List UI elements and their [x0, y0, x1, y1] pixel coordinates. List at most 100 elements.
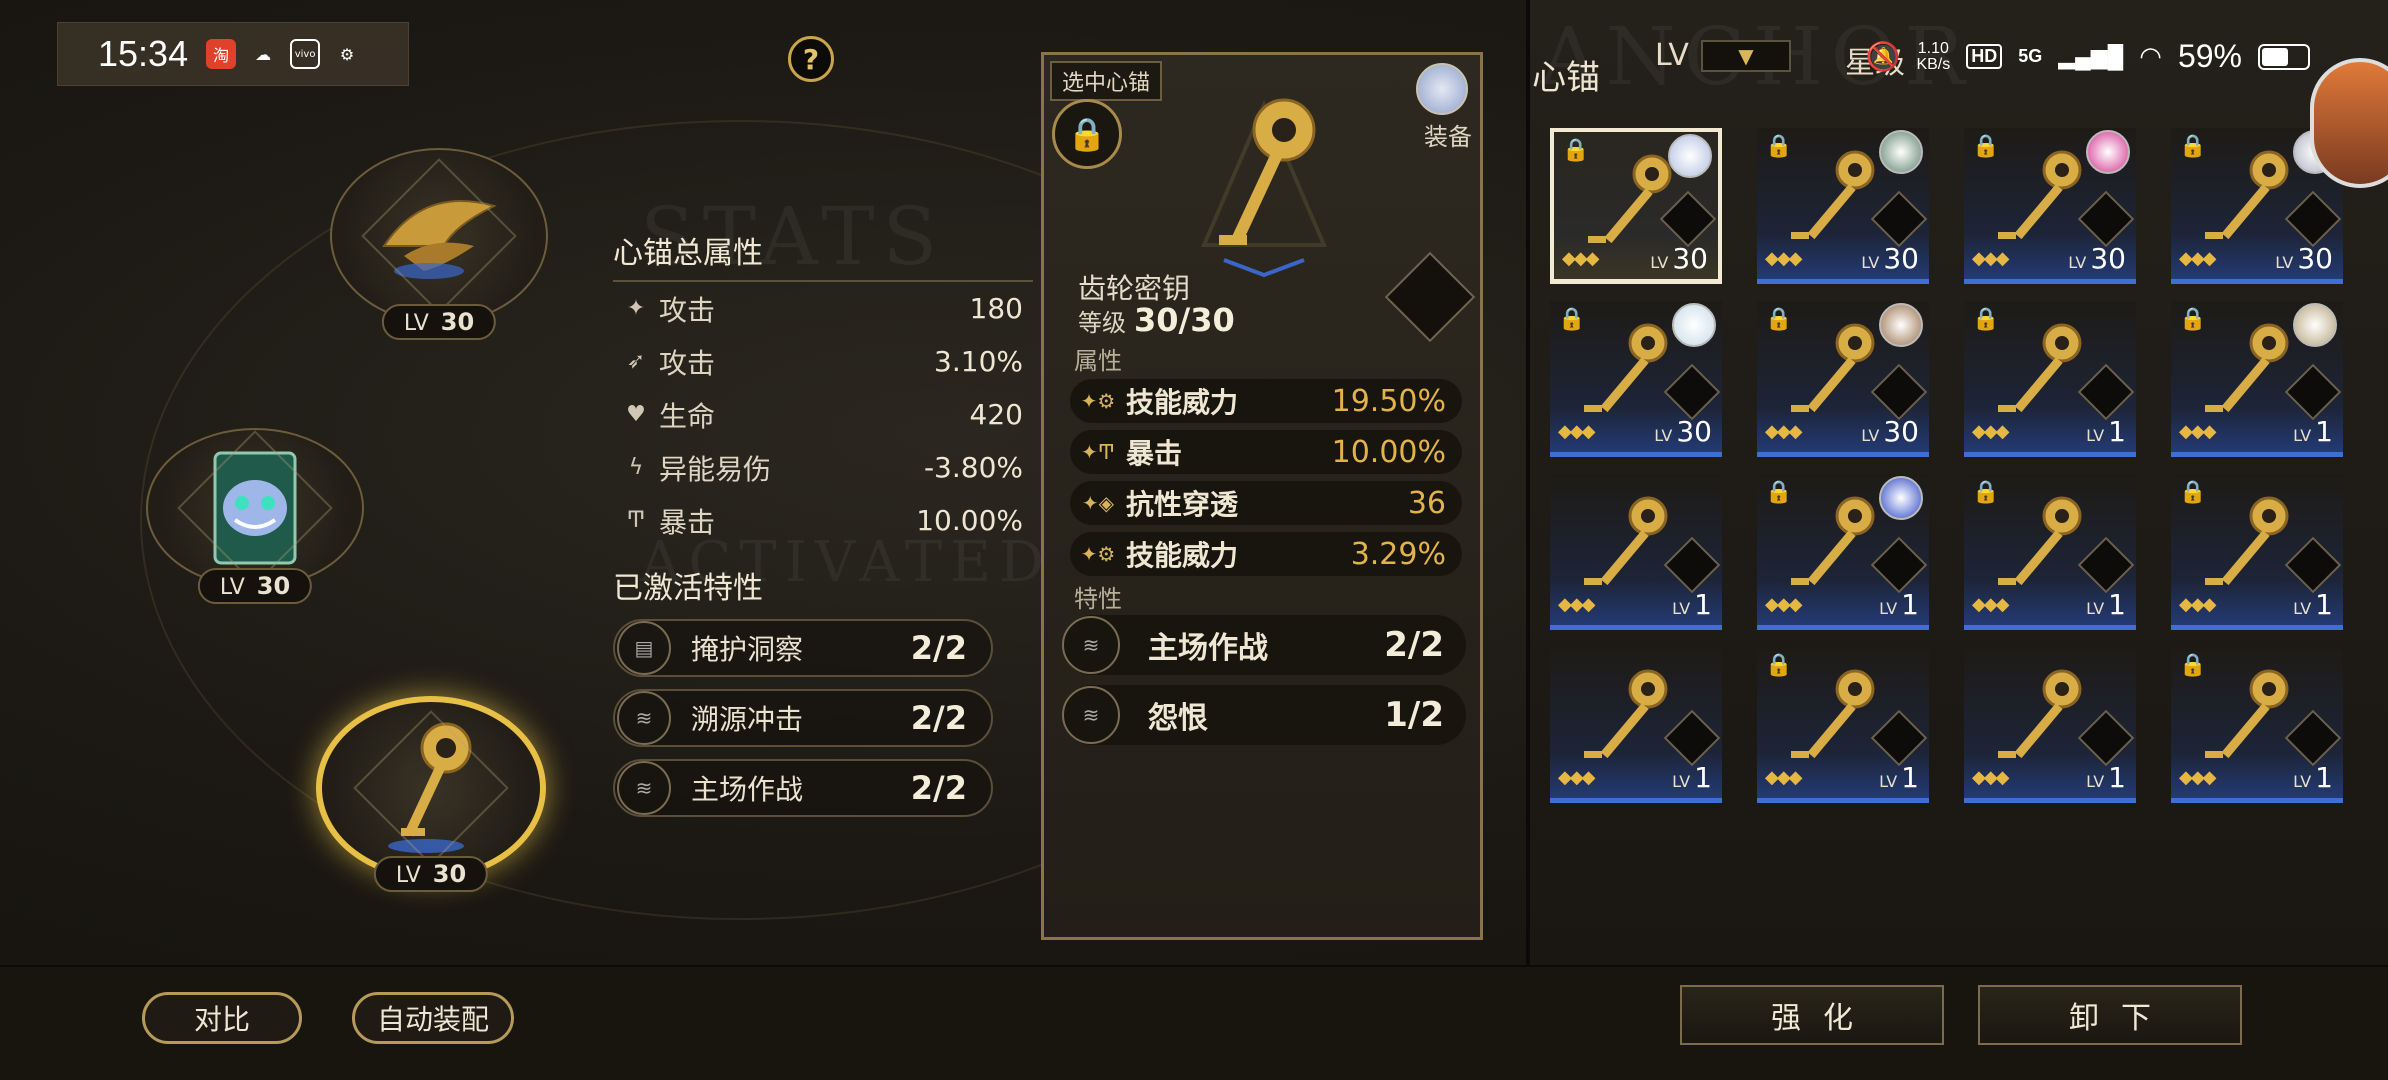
anchor-card[interactable]: ◆◆◆ LV 1 [1550, 474, 1722, 630]
traits-title: 特性 [1074, 585, 1122, 613]
level-value: 30 [1883, 242, 1919, 275]
anchor-slot-3-selected[interactable]: LV 30 [316, 696, 546, 892]
star-rating-icon: ◆◆◆ [1558, 594, 1596, 615]
attribute-value: 19.50% [1331, 383, 1446, 419]
level-value: 30 [1883, 415, 1919, 448]
trait-row[interactable]: ▤ 掩护洞察 2/2 [613, 619, 993, 677]
attribute-name: 暴击 [1126, 437, 1183, 470]
key-icon [1791, 323, 1875, 413]
card-level: LV 1 [2086, 415, 2126, 448]
card-level: LV 1 [2293, 761, 2333, 794]
level-value: 30 [256, 572, 291, 600]
gear-stat-icon: ✦⚙ [1080, 389, 1116, 413]
trait-row[interactable]: ≋ 主场作战 2/2 [613, 759, 993, 817]
help-button[interactable]: ? [788, 36, 834, 82]
level-value: 30 [1672, 242, 1708, 275]
anchor-card[interactable]: 🔒 ◆◆◆ LV 1 [1964, 301, 2136, 457]
status-bar-left: 15:34 淘 ☁ vivo ⚙ [57, 22, 409, 86]
card-level: LV 1 [1879, 588, 1919, 621]
vivo-icon: vivo [290, 39, 321, 69]
stat-value: 3.10% [934, 345, 1023, 378]
trait-shield-icon: ▤ [617, 621, 671, 675]
stat-value: -3.80% [923, 451, 1023, 484]
trait-count: 2/2 [910, 699, 967, 737]
key-icon [1588, 154, 1672, 244]
attribute-name: 抗性穿透 [1126, 488, 1239, 521]
star-rating-icon: ◆◆◆ [1558, 421, 1596, 442]
trait-row[interactable]: ≋ 怨恨 1/2 [1062, 685, 1466, 745]
level-value: 30 [2297, 242, 2333, 275]
total-stats-panel: 心锚总属性 ✦ 攻击 180 ➶ 攻击 3.10% ♥ 生命 420 ϟ 异能易伤 -3.80%… [613, 228, 1033, 817]
level-sort-filter[interactable]: LV ▼ [1655, 38, 1791, 73]
level-value: 1 [1901, 761, 1919, 794]
star-rating-icon: ◆◆◆ [2179, 248, 2217, 269]
anchor-card[interactable]: 🔒 ◆◆◆ LV 30 [1757, 128, 1929, 284]
anchor-card[interactable]: 🔒 ◆◆◆ LV 30 [1757, 301, 1929, 457]
attribute-value: 10.00% [1331, 434, 1446, 470]
trait-row[interactable]: ≋ 主场作战 2/2 [1062, 615, 1466, 675]
trait-wing-icon: ≋ [617, 691, 671, 745]
star-rating-icon: ◆◆◆ [1765, 767, 1803, 788]
card-level: LV 1 [2086, 761, 2126, 794]
bell-mute-icon: 🔕 [1865, 41, 1901, 72]
level-value: 30 [432, 860, 467, 888]
card-level: LV 30 [1861, 242, 1919, 275]
unequip-button[interactable]: 卸下 [1978, 985, 2242, 1045]
anchor-card[interactable]: 🔒 ◆◆◆ LV 1 [1757, 647, 1929, 803]
status-time: 15:34 [98, 33, 189, 74]
chevron-down-icon: ▼ [1700, 39, 1791, 72]
attribute-name: 技能威力 [1126, 539, 1239, 572]
character-avatar[interactable] [2310, 58, 2388, 188]
star-rating-icon: ◆◆◆ [2179, 767, 2217, 788]
anchor-card[interactable]: 🔒 ◆◆◆ LV 1 [1964, 474, 2136, 630]
selected-anchor-tag: 选中心锚 [1050, 61, 1163, 101]
key-icon [1998, 150, 2082, 240]
stat-name: 攻击 [659, 346, 716, 380]
lock-toggle-icon[interactable]: 🔒 [1052, 99, 1122, 169]
star-rating-icon: ◆◆◆ [2179, 421, 2217, 442]
anchor-slot-2[interactable]: LV 30 [146, 428, 364, 604]
key-icon [2205, 150, 2289, 240]
card-level: LV 30 [1654, 415, 1712, 448]
lightning-icon: ϟ [628, 455, 644, 480]
net-speed-value: 1.10 [1917, 39, 1949, 57]
slot-level-badge: LV 30 [197, 568, 313, 604]
stat-name: 攻击 [659, 293, 716, 327]
attribute-row: ✦⚙ 技能威力 19.50% [1070, 379, 1462, 423]
key-icon [1791, 150, 1875, 240]
level-label: LV [395, 863, 421, 888]
anchor-card[interactable]: 🔒 ◆◆◆ LV 30 [1964, 128, 2136, 284]
anchor-card[interactable]: 🔒 ◆◆◆ LV 1 [2171, 474, 2343, 630]
battery-percent: 59% [2177, 38, 2242, 74]
equipped-character-avatar[interactable] [1416, 63, 1468, 115]
level-value: 1 [1694, 588, 1712, 621]
trait-wing-icon: ≋ [617, 761, 671, 815]
anchor-card[interactable]: 🔒 ◆◆◆ LV 30 [1550, 301, 1722, 457]
star-rating-icon: ◆◆◆ [1972, 767, 2010, 788]
activated-traits-title: 已激活特性 [613, 571, 763, 606]
anchor-card[interactable]: 🔒 ◆◆◆ LV 1 [1757, 474, 1929, 630]
card-level: LV 30 [1861, 415, 1919, 448]
level-value: 1 [2315, 588, 2333, 621]
level-value: 1 [2315, 415, 2333, 448]
anchor-slot-1[interactable]: LV 30 [330, 148, 548, 340]
level-value: 1 [2108, 415, 2126, 448]
auto-equip-button[interactable]: 自动装配 [352, 992, 514, 1044]
anchor-card[interactable]: ◆◆◆ LV 1 [1964, 647, 2136, 803]
heart-icon: ♥ [626, 402, 646, 427]
anchor-card[interactable]: 🔒 ◆◆◆ LV 1 [2171, 301, 2343, 457]
anchor-card[interactable]: ◆◆◆ LV 1 [1550, 647, 1722, 803]
trait-name: 主场作战 [1148, 631, 1268, 666]
attribute-name: 技能威力 [1126, 386, 1239, 419]
key-icon [1584, 669, 1668, 759]
anchor-card[interactable]: 🔒 ◆◆◆ LV 30 [1550, 128, 1722, 284]
compare-button[interactable]: 对比 [142, 992, 302, 1044]
gear-stat-icon: ✦⚙ [1080, 542, 1116, 566]
trait-row[interactable]: ≋ 溯源冲击 2/2 [613, 689, 993, 747]
enhance-button[interactable]: 强化 [1680, 985, 1944, 1045]
level-label: LV [403, 311, 429, 336]
level-value: 1 [1694, 761, 1712, 794]
level-value: 30 [2090, 242, 2126, 275]
battery-icon [2258, 43, 2310, 70]
anchor-card[interactable]: 🔒 ◆◆◆ LV 1 [2171, 647, 2343, 803]
